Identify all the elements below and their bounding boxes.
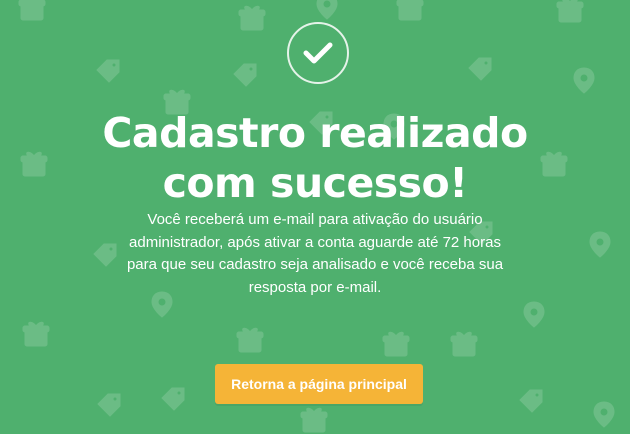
message-line: administrador, após ativar a conta aguar…: [129, 233, 501, 251]
message-line: Você receberá um e-mail para ativação do…: [147, 211, 483, 228]
title-line: com sucesso!: [162, 159, 468, 207]
page-title: Cadastro realizado com sucesso!: [0, 108, 630, 208]
success-check-badge: [287, 22, 349, 84]
message-line: resposta por e-mail.: [248, 278, 382, 296]
title-line: Cadastro realizado: [102, 109, 528, 157]
success-panel: Cadastro realizado com sucesso! Você rec…: [0, 0, 630, 432]
message-line: para que seu cadastro seja analisado e v…: [126, 256, 504, 273]
check-icon: [303, 42, 333, 64]
confirmation-message: Você receberá um e-mail para ativação do…: [100, 209, 530, 299]
return-home-button[interactable]: Retorna a página principal: [215, 364, 423, 404]
